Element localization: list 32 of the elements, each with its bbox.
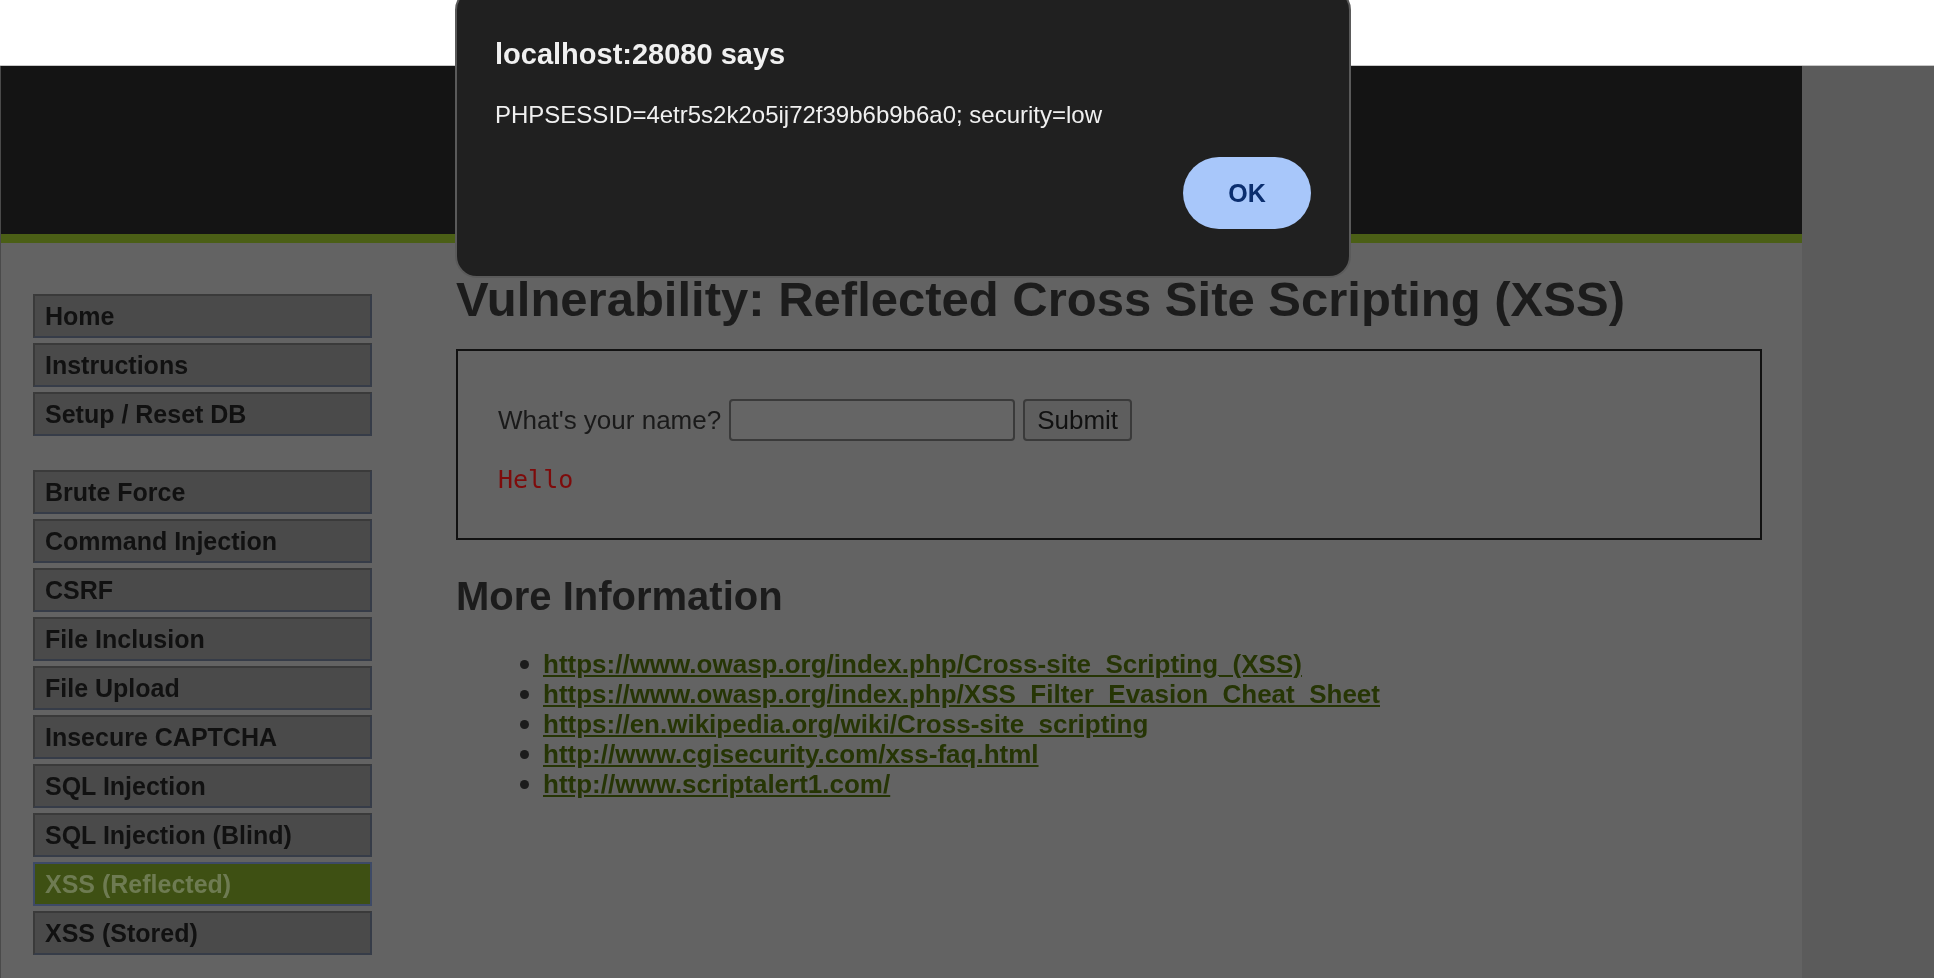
ok-button[interactable]: OK (1183, 157, 1311, 229)
sidebar-item[interactable]: File Upload (33, 666, 372, 710)
reference-link[interactable]: http://www.cgisecurity.com/xss-faq.html (543, 738, 1039, 770)
bullet-icon (520, 719, 529, 729)
output-text: Hello (498, 465, 575, 494)
sidebar-item[interactable]: XSS (Stored) (33, 911, 372, 955)
sidebar-item[interactable]: Brute Force (33, 470, 372, 514)
sidebar-item[interactable]: SQL Injection (33, 764, 372, 808)
reference-link[interactable]: https://en.wikipedia.org/wiki/Cross-site_scripting (543, 708, 1149, 740)
submit-button[interactable]: Submit (1023, 399, 1133, 441)
reference-link[interactable]: https://www.owasp.org/index.php/Cross-site_Scripting_(XSS) (543, 648, 1302, 680)
dialog-message: PHPSESSID=4etr5s2k2o5ij72f39b6b9b6a0; security=low (495, 101, 1104, 129)
sidebar-item[interactable]: Command Injection (33, 519, 372, 563)
name-input-field[interactable] (729, 399, 1016, 441)
page-title: Vulnerability: Reflected Cross Site Scripting (XSS) (456, 271, 1626, 327)
sidebar-item[interactable]: SQL Injection (Blind) (33, 813, 372, 857)
sidebar-item[interactable]: Instructions (33, 343, 372, 387)
section-heading: More Information (456, 574, 784, 619)
sidebar-item[interactable]: File Inclusion (33, 617, 372, 661)
sidebar-item[interactable]: CSRF (33, 568, 372, 612)
sidebar-item[interactable]: XSS (Reflected) (33, 862, 372, 906)
bullet-icon (520, 659, 529, 669)
dialog-title: localhost:28080 says (495, 38, 787, 71)
sidebar-item[interactable]: Insecure CAPTCHA (33, 715, 372, 759)
bullet-icon (520, 749, 529, 759)
sidebar-item[interactable]: Home (33, 294, 372, 338)
name-label: What's your name? (498, 404, 722, 436)
reference-link[interactable]: https://www.owasp.org/index.php/XSS_Filter_Evasion_Cheat_Sheet (543, 678, 1380, 710)
bullet-icon (520, 689, 529, 699)
reference-link[interactable]: http://www.scriptalert1.com/ (543, 768, 891, 800)
bullet-icon (520, 779, 529, 789)
sidebar-item[interactable]: Setup / Reset DB (33, 392, 372, 436)
